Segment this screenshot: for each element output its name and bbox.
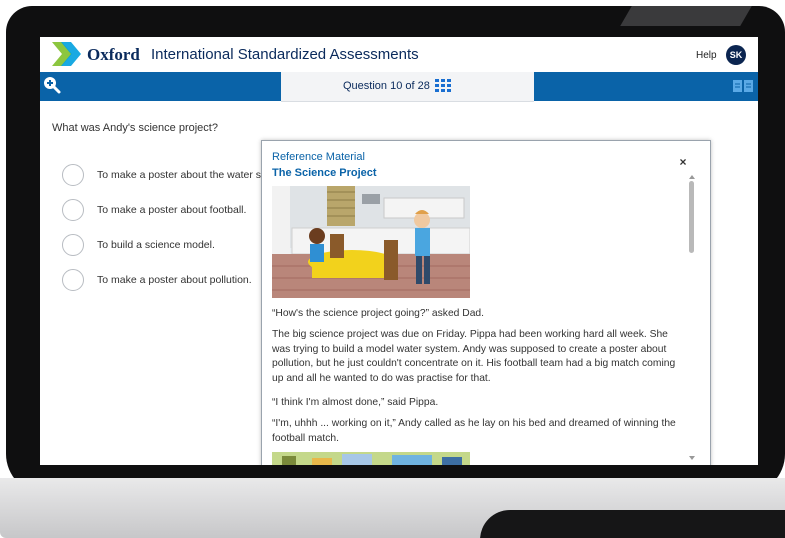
option-label: To make a poster about football. xyxy=(97,204,247,216)
user-avatar[interactable]: SK xyxy=(726,45,746,65)
question-navbar: Question 10 of 28 xyxy=(40,72,758,102)
device-frame: Oxford International Standardized Assess… xyxy=(0,0,785,538)
passage-paragraph-1: “How's the science project going?” asked… xyxy=(272,308,485,319)
scroll-thumb[interactable] xyxy=(689,181,694,253)
passage-paragraph-3: “I think I'm almost done,” said Pippa. xyxy=(272,397,439,408)
bezel-highlight xyxy=(620,6,752,26)
radio-button[interactable] xyxy=(62,269,84,291)
option-label: To make a poster about pollution. xyxy=(97,274,252,286)
brand-name: Oxford xyxy=(87,45,140,64)
passage-paragraph-2: The big science project was due on Frida… xyxy=(272,329,676,384)
oxford-logo-icon xyxy=(52,42,81,66)
panel-title: Reference Material xyxy=(272,151,365,163)
reference-button[interactable] xyxy=(732,78,754,94)
option-label: To build a science model. xyxy=(97,239,215,251)
radio-button[interactable] xyxy=(62,234,84,256)
passage-paragraph-4: “I'm, uhhh ... working on it,” Andy call… xyxy=(272,418,676,444)
help-link[interactable]: Help xyxy=(696,50,717,61)
brand-subtitle: International Standardized Assessments xyxy=(151,46,419,63)
option-label: To make a poster about the water s xyxy=(97,169,262,181)
question-prompt: What was Andy's science project? xyxy=(52,122,218,134)
passage-title: The Science Project xyxy=(272,167,377,179)
close-icon[interactable]: × xyxy=(677,156,689,168)
question-indicator[interactable]: Question 10 of 28 xyxy=(281,72,534,102)
kitchen-illustration xyxy=(272,186,470,298)
radio-button[interactable] xyxy=(62,164,84,186)
reference-panel: Reference Material The Science Project × xyxy=(261,140,711,465)
scroll-up-icon[interactable] xyxy=(689,175,695,179)
book-icon xyxy=(733,80,753,92)
panel-scrollbar[interactable] xyxy=(687,175,697,465)
desk-object xyxy=(480,510,785,538)
scroll-down-icon[interactable] xyxy=(689,456,695,460)
radio-button[interactable] xyxy=(62,199,84,221)
grid-icon[interactable] xyxy=(435,79,451,92)
zoom-button[interactable] xyxy=(42,75,66,97)
zoom-in-icon xyxy=(44,77,61,94)
question-counter: Question 10 of 28 xyxy=(343,80,430,92)
app-screen: Oxford International Standardized Assess… xyxy=(40,37,758,465)
brand-header: Oxford International Standardized Assess… xyxy=(40,37,758,72)
second-illustration xyxy=(272,452,470,465)
